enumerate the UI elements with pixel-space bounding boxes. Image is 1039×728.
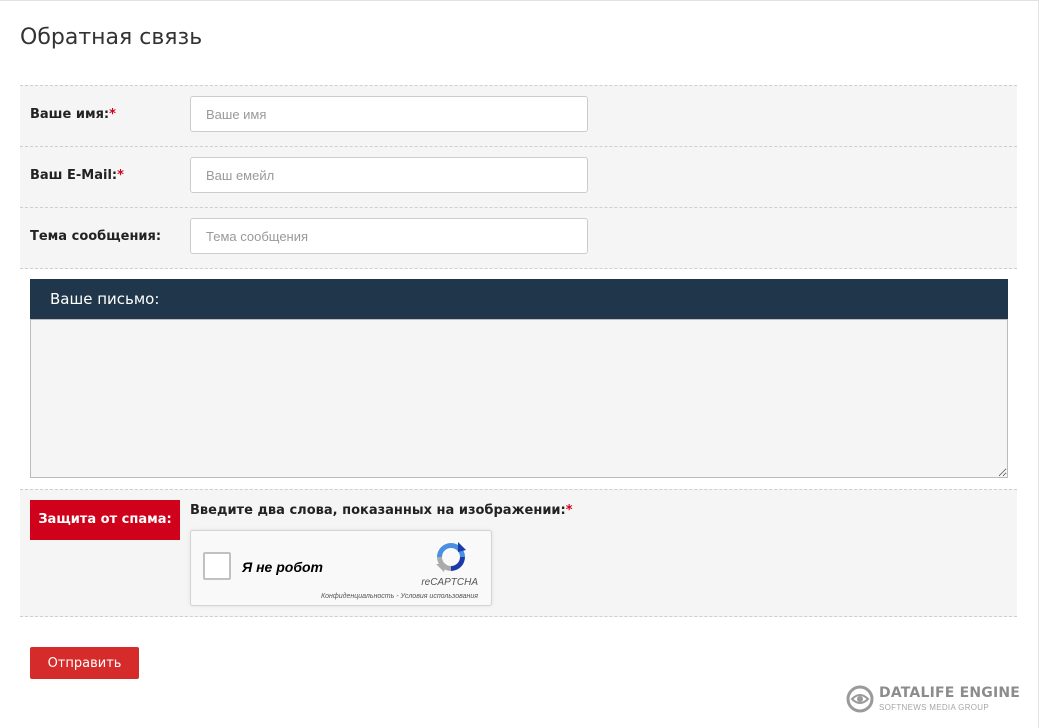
page-title: Обратная связь [20,25,203,50]
submit-button[interactable]: Отправить [30,647,139,679]
email-label: Ваш E-Mail:* [30,168,124,183]
message-block: Ваше письмо: [30,279,1008,478]
message-textarea[interactable] [30,319,1008,478]
datalife-engine-title: DATALIFE ENGINE [879,685,1021,701]
datalife-engine-subtitle: SOFTNEWS MEDIA GROUP [879,703,990,712]
spam-protection-row: Защита от спама: Введите два слова, пока… [20,489,1017,617]
form-row-email: Ваш E-Mail:* [20,146,1017,207]
required-mark: * [109,107,116,122]
spam-prompt: Введите два слова, показанных на изображ… [190,503,573,518]
spam-protection-badge: Защита от спама: [30,500,180,540]
recaptcha-logo-icon [436,542,466,572]
datalife-engine-logo[interactable]: DATALIFE ENGINE SOFTNEWS MEDIA GROUP [846,685,1021,715]
name-label: Ваше имя:* [30,107,116,122]
email-input[interactable] [190,157,588,193]
form-row-subject: Тема сообщения: [20,207,1017,269]
form-row-name: Ваше имя:* [20,85,1017,146]
datalife-engine-logo-icon [846,685,874,713]
subject-label: Тема сообщения: [30,229,162,244]
recaptcha-label: Я не робот [242,559,323,575]
recaptcha-checkbox[interactable] [203,552,231,580]
required-mark: * [117,168,124,183]
required-mark: * [565,503,573,518]
message-header: Ваше письмо: [30,279,1008,319]
recaptcha-privacy-terms-links[interactable]: Конфиденциальность - Условия использован… [321,593,478,600]
recaptcha-brand: reCAPTCHA [421,577,478,588]
subject-input[interactable] [190,218,588,254]
name-input[interactable] [190,96,588,132]
recaptcha-widget: Я не робот reCAPTCHA Конфиденциальность … [190,530,492,606]
